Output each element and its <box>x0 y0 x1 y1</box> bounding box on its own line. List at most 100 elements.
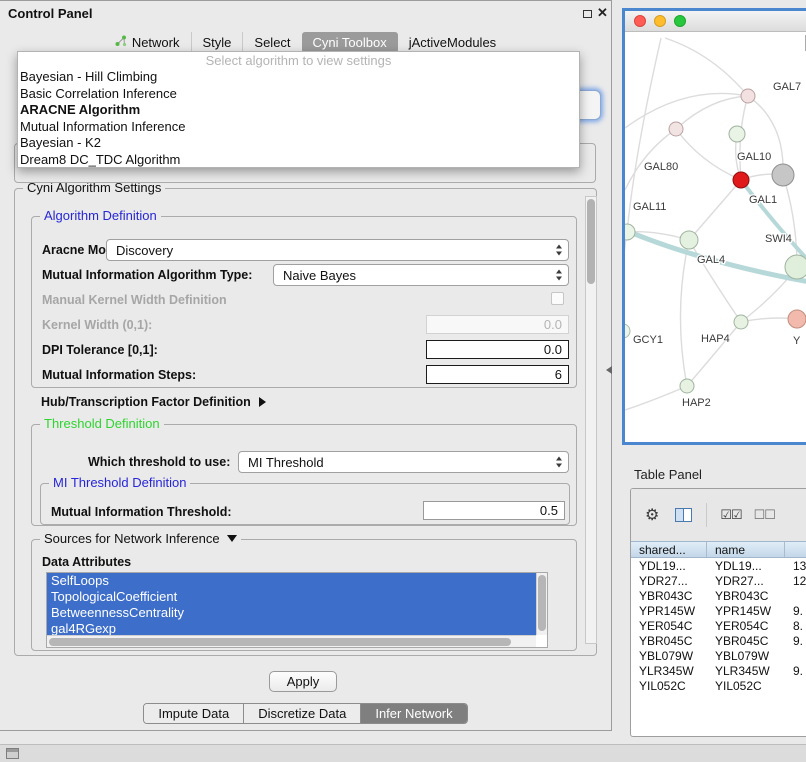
close-panel-icon[interactable]: ✕ <box>597 5 608 21</box>
list-horizontal-scrollbar[interactable] <box>47 635 536 647</box>
network-edge[interactable] <box>625 386 687 410</box>
network-view-window: GAL7GAL80GAL10GAL11GAL1SWI4GAL4GCY1HAP4H… <box>622 8 806 445</box>
attribute-item-betweennesscentrality[interactable]: BetweennessCentrality <box>47 605 536 621</box>
tab-jactivemodules[interactable]: jActiveModules <box>398 32 507 53</box>
column-header-3[interactable] <box>785 542 806 557</box>
table-row[interactable]: YLR345WYLR345W9. <box>631 663 806 678</box>
mi-threshold-field[interactable]: 0.5 <box>423 501 565 520</box>
network-node[interactable] <box>734 315 748 329</box>
bottom-tab-infer-network[interactable]: Infer Network <box>360 704 466 723</box>
table-row[interactable]: YPR145WYPR145W9. <box>631 603 806 618</box>
network-edge[interactable] <box>680 240 689 386</box>
table-cell <box>785 648 806 663</box>
column-header-2[interactable]: name <box>707 542 785 557</box>
zoom-window-icon[interactable] <box>674 15 686 27</box>
minimized-panel-icon[interactable] <box>6 748 19 759</box>
algorithm-option-aracne-algorithm[interactable]: ARACNE Algorithm <box>18 102 579 119</box>
network-node[interactable] <box>785 255 806 279</box>
network-window-titlebar[interactable] <box>625 11 806 32</box>
table-row[interactable]: YDR27...YDR27...12 <box>631 573 806 588</box>
algorithm-option-bayesian-hill-climbing[interactable]: Bayesian - Hill Climbing <box>18 69 579 86</box>
network-node[interactable] <box>625 324 630 338</box>
scroll-thumb[interactable] <box>49 638 511 646</box>
network-edge[interactable] <box>689 180 741 240</box>
apply-button[interactable]: Apply <box>269 671 337 692</box>
bottom-tab-group: Impute DataDiscretize DataInfer Network <box>143 703 467 724</box>
network-node[interactable] <box>729 126 745 142</box>
network-node[interactable] <box>680 231 698 249</box>
settings-scrollbar[interactable] <box>585 196 597 644</box>
tab-select[interactable]: Select <box>242 32 301 53</box>
attribute-item-topologicalcoefficient[interactable]: TopologicalCoefficient <box>47 589 536 605</box>
kernel-width-field[interactable]: 0.0 <box>426 315 569 334</box>
network-node[interactable] <box>680 379 694 393</box>
algorithm-option-bayesian-k2[interactable]: Bayesian - K2 <box>18 135 579 152</box>
table-cell: YIL052C <box>707 678 785 693</box>
network-edge[interactable] <box>783 175 797 267</box>
network-node[interactable] <box>772 164 794 186</box>
mi-steps-field[interactable]: 6 <box>426 365 569 384</box>
network-edge[interactable] <box>676 96 748 129</box>
unselect-all-columns-icon[interactable]: ☐☐ <box>754 507 775 523</box>
table-cell: 9. <box>785 603 806 618</box>
dropdown-prompt: Select algorithm to view settings <box>18 52 579 69</box>
tab-style[interactable]: Style <box>191 32 243 53</box>
table-cell: YBR045C <box>707 633 785 648</box>
network-node[interactable] <box>669 122 683 136</box>
tab-network[interactable]: Network <box>104 32 191 53</box>
float-window-icon[interactable] <box>583 10 592 18</box>
table-cell: YBR043C <box>707 588 785 603</box>
algorithm-option-basic-correlation-inference[interactable]: Basic Correlation Inference <box>18 86 579 103</box>
table-row[interactable]: YBL079WYBL079W <box>631 648 806 663</box>
algorithm-dropdown-options: Bayesian - Hill ClimbingBasic Correlatio… <box>18 69 579 168</box>
network-edge[interactable] <box>748 96 783 175</box>
table-row[interactable]: YDL19...YDL19...13 <box>631 558 806 573</box>
bottom-tab-impute-data[interactable]: Impute Data <box>144 704 243 723</box>
network-node-label: GAL10 <box>737 151 771 163</box>
scroll-thumb[interactable] <box>538 575 546 631</box>
table-cell: 8. <box>785 618 806 633</box>
network-node-label: GCY1 <box>633 334 663 346</box>
network-edge[interactable] <box>665 38 748 96</box>
algorithm-option-mutual-information-inference[interactable]: Mutual Information Inference <box>18 119 579 136</box>
list-vertical-scrollbar[interactable] <box>536 573 547 635</box>
hub-transcription-section-toggle[interactable]: Hub/Transcription Factor Definition <box>41 395 266 409</box>
network-node[interactable] <box>741 89 755 103</box>
network-edge[interactable] <box>689 240 741 322</box>
table-row[interactable]: YER054CYER054C8. <box>631 618 806 633</box>
network-node[interactable] <box>788 310 806 328</box>
table-cell: YDR27... <box>631 573 707 588</box>
algorithm-option-dream8-dc-tdc-algorithm[interactable]: Dream8 DC_TDC Algorithm <box>18 152 579 169</box>
table-row[interactable]: YIL052CYIL052C <box>631 678 806 693</box>
which-threshold-combo[interactable]: MI Threshold <box>238 451 569 473</box>
manual-kernel-checkbox[interactable] <box>551 292 564 305</box>
network-edge[interactable] <box>625 129 676 190</box>
close-window-icon[interactable] <box>634 15 646 27</box>
network-canvas[interactable]: GAL7GAL80GAL10GAL11GAL1SWI4GAL4GCY1HAP4H… <box>625 32 806 442</box>
network-edge[interactable] <box>687 322 741 386</box>
tab-label: Cyni Toolbox <box>313 35 387 50</box>
attribute-item-selfloops[interactable]: SelfLoops <box>47 573 536 589</box>
table-row[interactable]: YBR043CYBR043C <box>631 588 806 603</box>
minimize-window-icon[interactable] <box>654 15 666 27</box>
table-row[interactable]: YBR045CYBR045C9. <box>631 633 806 648</box>
table-body: YDL19...YDL19...13YDR27...YDR27...12YBR0… <box>631 558 806 736</box>
scroll-thumb[interactable] <box>587 199 595 284</box>
splitter-collapse-arrow[interactable] <box>606 366 612 374</box>
select-all-columns-icon[interactable]: ☑☑ <box>720 507 741 523</box>
show-columns-icon[interactable] <box>675 508 692 522</box>
network-node[interactable] <box>625 224 635 240</box>
dpi-tolerance-field[interactable]: 0.0 <box>426 340 569 359</box>
sources-group-title[interactable]: Sources for Network Inference <box>40 531 241 546</box>
gear-icon[interactable]: ⚙ <box>645 505 659 525</box>
aracne-mode-combo[interactable]: Discovery <box>106 239 569 261</box>
mi-type-combo[interactable]: Naive Bayes <box>273 264 569 286</box>
column-header-1[interactable]: shared... <box>631 542 707 557</box>
combo-arrows-icon <box>556 457 562 468</box>
network-node[interactable] <box>733 172 749 188</box>
table-panel: Table Panel ⚙ ☑☑ ☐☐ shared...name YDL19.… <box>622 456 806 762</box>
table-cell: YLR345W <box>707 663 785 678</box>
network-edge[interactable] <box>625 232 627 331</box>
tab-cyni-toolbox[interactable]: Cyni Toolbox <box>302 32 398 53</box>
bottom-tab-discretize-data[interactable]: Discretize Data <box>243 704 360 723</box>
